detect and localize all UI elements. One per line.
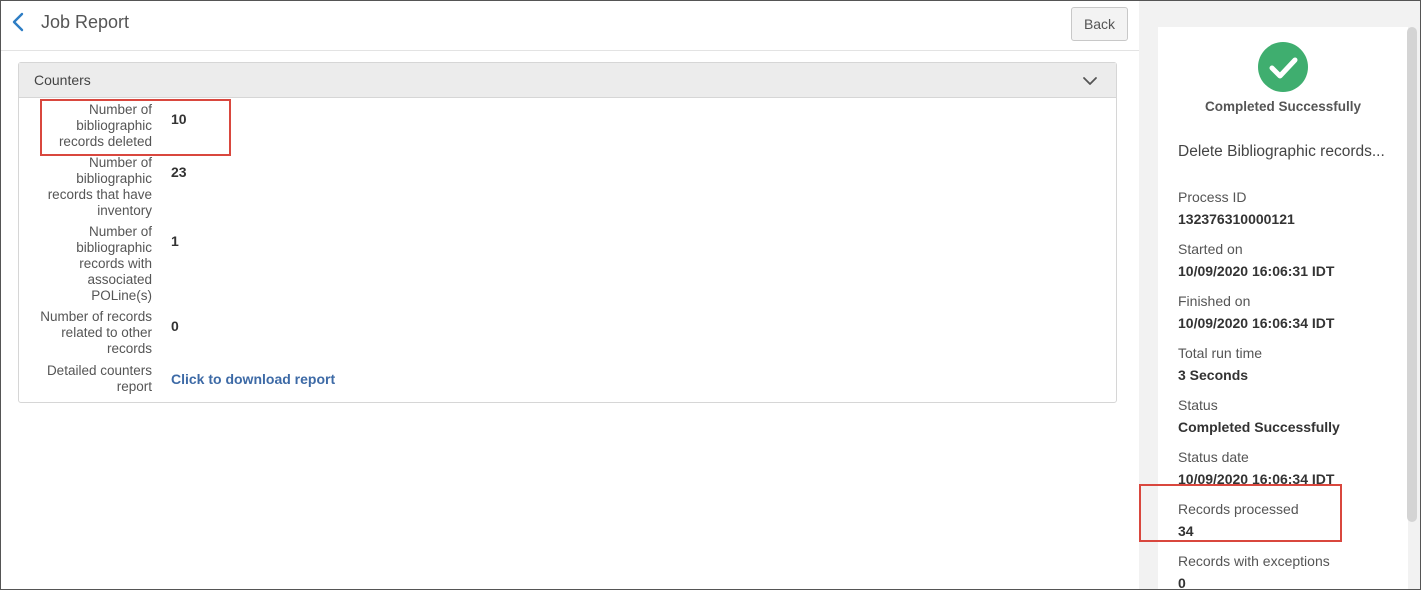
status-value: Completed Successfully: [1178, 419, 1340, 435]
chevron-left-icon[interactable]: [9, 11, 29, 33]
counter-label: Number of bibliographic records that hav…: [47, 155, 152, 218]
counter-label: Number of bibliographic records with ass…: [76, 224, 152, 303]
total-run-time-label: Total run time: [1178, 345, 1263, 361]
highlight-box: [40, 99, 231, 156]
counter-value: 23: [171, 164, 187, 180]
finished-on-label: Finished on: [1178, 293, 1251, 309]
records-exceptions-label: Records with exceptions: [1178, 553, 1330, 569]
status-label: Status: [1178, 397, 1218, 413]
counter-value: 1: [171, 233, 179, 249]
status-heading: Completed Successfully: [1204, 99, 1362, 114]
counter-label: Number of records related to other recor…: [40, 309, 152, 356]
app-frame: Job Report Back Counters Number of bibli…: [0, 0, 1421, 590]
counter-value: 0: [171, 318, 179, 334]
records-exceptions-value: 0: [1178, 575, 1186, 590]
success-check-icon: [1258, 42, 1308, 92]
counters-panel-header[interactable]: Counters: [19, 63, 1116, 98]
counter-label: Detailed counters report: [46, 363, 152, 394]
main-content: Job Report Back Counters Number of bibli…: [1, 1, 1139, 589]
started-on-label: Started on: [1178, 241, 1243, 257]
process-id-label: Process ID: [1178, 189, 1247, 205]
chevron-down-icon[interactable]: [1082, 75, 1098, 87]
download-report-link[interactable]: Click to download report: [171, 371, 335, 387]
page-header: Job Report Back: [1, 1, 1139, 51]
status-date-label: Status date: [1178, 449, 1249, 465]
counters-title: Counters: [34, 72, 91, 88]
total-run-time-value: 3 Seconds: [1178, 367, 1249, 383]
sidebar-scrollbar[interactable]: [1407, 27, 1417, 522]
process-id-value: 132376310000121: [1178, 211, 1295, 227]
job-name: Delete Bibliographic records...: [1178, 143, 1385, 160]
highlight-box: [1139, 484, 1342, 542]
finished-on-value: 10/09/2020 16:06:34 IDT: [1178, 315, 1335, 331]
back-button[interactable]: Back: [1071, 7, 1128, 41]
page-title: Job Report: [41, 12, 130, 32]
started-on-value: 10/09/2020 16:06:31 IDT: [1178, 263, 1335, 279]
job-details-sidebar: Completed Successfully Delete Bibliograp…: [1139, 1, 1420, 590]
